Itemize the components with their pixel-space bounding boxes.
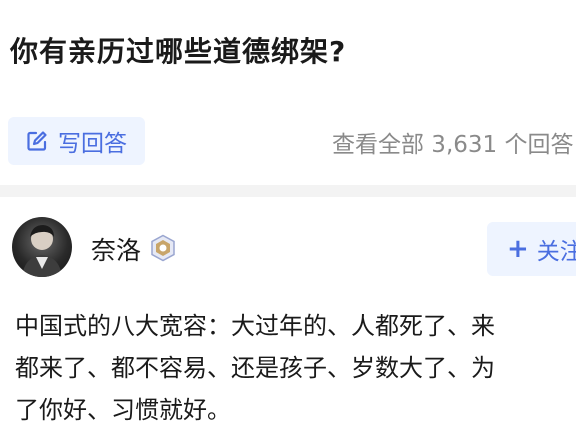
answer-page: 你有亲历过哪些道德绑架? 写回答 查看全部 3,631 个回答 奈洛 + 关注	[0, 0, 576, 441]
write-answer-label: 写回答	[58, 131, 127, 157]
plus-icon: +	[507, 234, 529, 264]
answer-line: 了你好、习惯就好。	[15, 396, 231, 424]
question-title[interactable]: 你有亲历过哪些道德绑架?	[10, 30, 346, 70]
write-answer-button[interactable]: 写回答	[8, 117, 145, 165]
answer-line: 都来了、都不容易、还是孩子、岁数大了、为	[15, 354, 495, 382]
follow-label: 关注	[536, 239, 576, 265]
avatar[interactable]	[12, 217, 72, 277]
section-divider	[0, 185, 576, 197]
author-name[interactable]: 奈洛	[91, 231, 141, 267]
creator-badge-icon	[149, 234, 177, 262]
answer-line: 中国式的八大宽容：大过年的、人都死了、来	[15, 312, 495, 340]
view-all-answers-link[interactable]: 查看全部 3,631 个回答	[332, 125, 573, 159]
answer-content[interactable]: 中国式的八大宽容：大过年的、人都死了、来 都来了、都不容易、还是孩子、岁数大了、…	[15, 305, 575, 431]
follow-button[interactable]: + 关注	[487, 222, 576, 276]
pencil-square-icon	[26, 130, 48, 152]
